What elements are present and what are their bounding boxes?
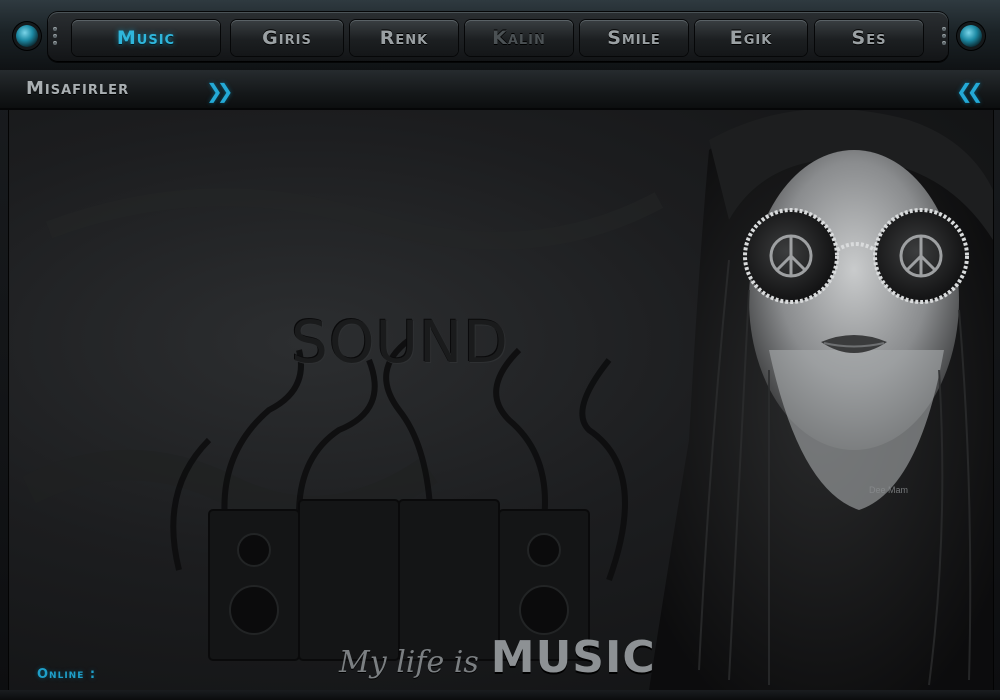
tab-giris[interactable]: Giris <box>231 20 343 56</box>
tab-renk[interactable]: Renk <box>350 20 458 56</box>
right-dots-icon <box>941 24 947 52</box>
banner-artwork <box>22 110 993 690</box>
sound-watermark: SOUND <box>291 308 509 376</box>
left-dots-icon <box>52 24 58 52</box>
banner-area: SOUND Dee Mam My life is MUSIC Online : <box>8 110 994 690</box>
right-knob-icon <box>960 25 982 47</box>
portrait <box>649 110 993 690</box>
app-frame: Music Giris Renk Kalin Smile Egik Ses Mi… <box>0 0 1000 700</box>
double-chevron-right-icon[interactable]: ❯❯ <box>206 79 233 103</box>
bottom-frame <box>0 690 1000 700</box>
section-title: Misafirler <box>26 78 130 99</box>
tagline-script: My life is <box>339 645 479 680</box>
section-header: Misafirler ❯❯ ❮❮ <box>0 70 1000 110</box>
artist-signature: Dee Mam <box>869 485 909 495</box>
double-chevron-left-icon[interactable]: ❮❮ <box>956 79 983 103</box>
tab-egik[interactable]: Egik <box>695 20 807 56</box>
top-bar: Music Giris Renk Kalin Smile Egik Ses <box>0 0 1000 71</box>
tab-ses[interactable]: Ses <box>815 20 923 56</box>
tagline: My life is MUSIC <box>339 632 656 683</box>
online-label: Online : <box>37 667 97 682</box>
tab-music[interactable]: Music <box>72 20 220 56</box>
tagline-music: MUSIC <box>490 632 656 683</box>
tab-kalin[interactable]: Kalin <box>465 20 573 56</box>
left-knob-icon <box>16 25 38 47</box>
tab-smile[interactable]: Smile <box>580 20 688 56</box>
